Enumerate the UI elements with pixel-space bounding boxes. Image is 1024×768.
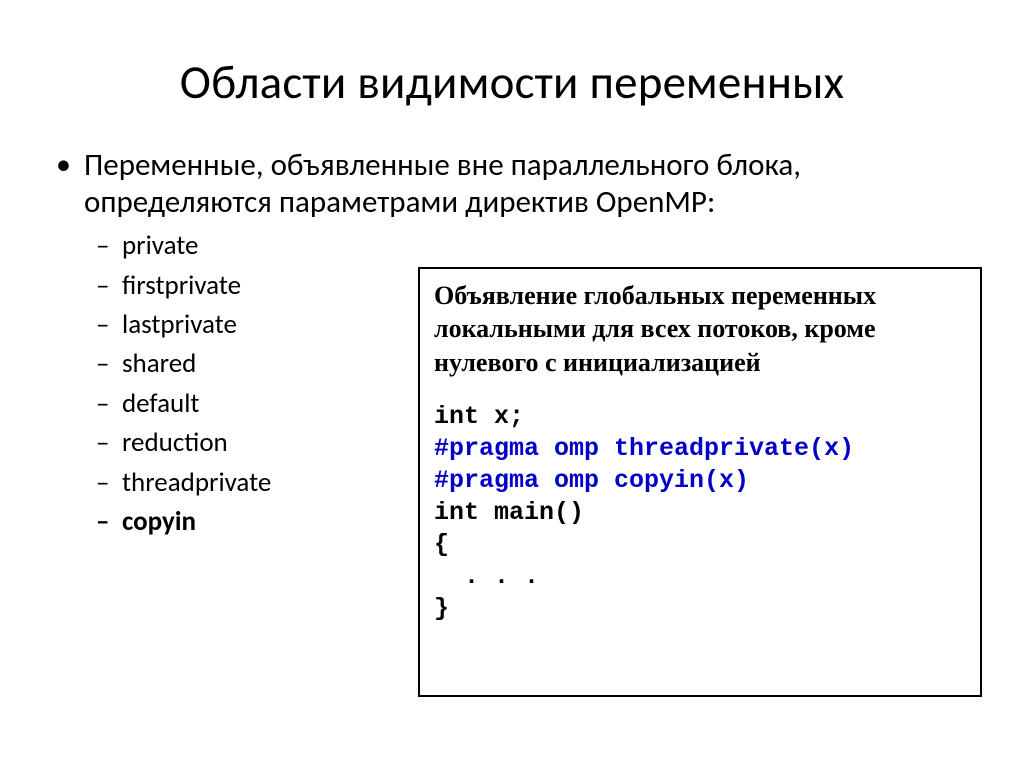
clause-item: private xyxy=(122,226,974,265)
code-line: . . . xyxy=(434,562,539,591)
code-description: Объявление глобальных переменных локальн… xyxy=(434,279,966,379)
slide-title: Области видимости переменных xyxy=(50,53,974,111)
slide: Области видимости переменных Переменные,… xyxy=(0,0,1024,768)
code-line: int x; xyxy=(434,402,524,431)
code-line: { xyxy=(434,530,449,559)
code-line-pragma: #pragma omp copyin(x) xyxy=(434,466,749,495)
slide-body: Переменные, объявленные вне параллельног… xyxy=(50,147,974,541)
code-block: int x; #pragma omp threadprivate(x) #pra… xyxy=(434,401,966,625)
code-line-pragma: #pragma omp threadprivate(x) xyxy=(434,434,854,463)
code-box: Объявление глобальных переменных локальн… xyxy=(418,267,982,697)
intro-text: Переменные, объявленные вне параллельног… xyxy=(84,146,801,221)
code-line: } xyxy=(434,594,449,623)
code-line: int main() xyxy=(434,498,584,527)
